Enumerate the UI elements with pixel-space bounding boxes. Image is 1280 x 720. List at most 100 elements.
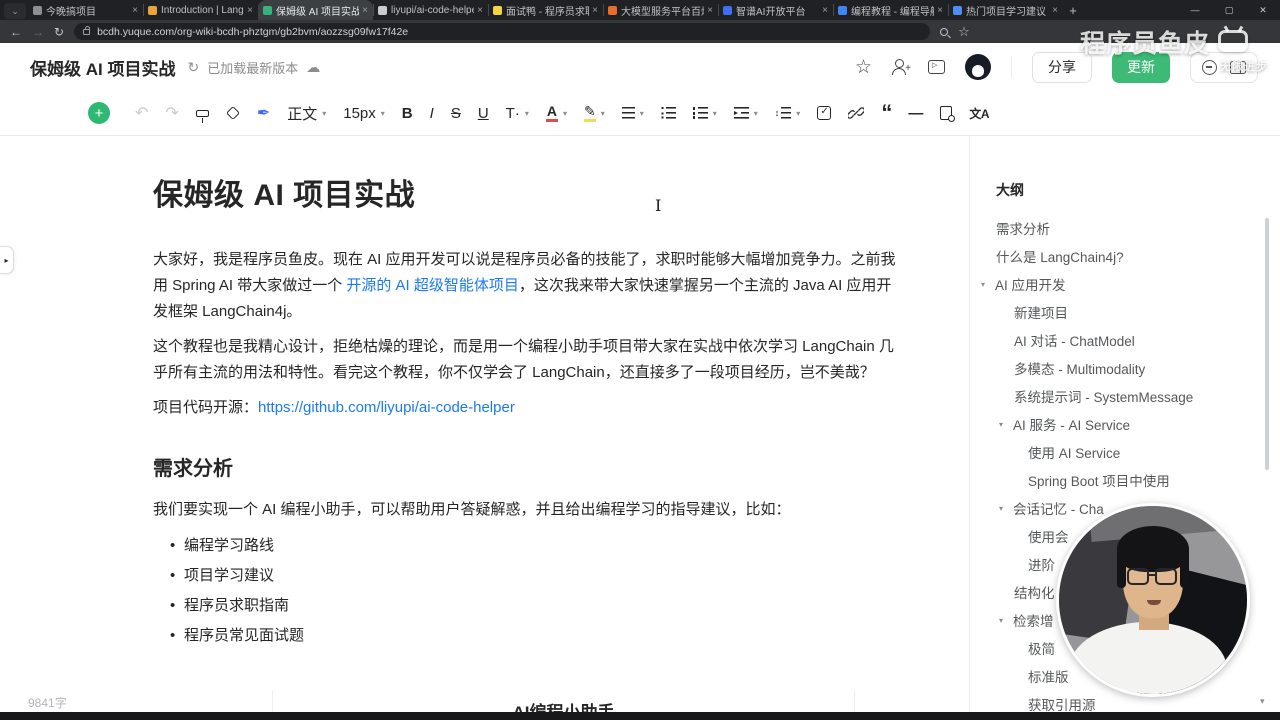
favorite-star-icon[interactable]: ☆ <box>855 56 872 79</box>
horizontal-rule-button[interactable]: — <box>908 105 923 122</box>
version-history-icon[interactable]: ↻ <box>187 59 199 76</box>
redo-icon[interactable]: ↷ <box>165 103 178 123</box>
close-icon[interactable]: × <box>822 5 828 16</box>
forward-icon[interactable]: → <box>32 26 44 38</box>
outline-item[interactable]: 使用 AI Service <box>970 438 1280 466</box>
tab-search-button[interactable]: ⌄ <box>4 3 26 19</box>
update-button[interactable]: 更新 <box>1112 51 1170 83</box>
comments-icon[interactable] <box>1202 59 1217 75</box>
outline-label: AI 应用开发 <box>995 278 1066 293</box>
format-painter-icon[interactable] <box>195 109 209 123</box>
outline-item[interactable]: 系统提示词 - SystemMessage <box>970 382 1280 410</box>
collapse-caret-icon[interactable]: ▾ <box>999 504 1013 513</box>
bookmark-star-icon[interactable]: ☆ <box>958 24 970 40</box>
presentation-icon[interactable] <box>928 60 945 74</box>
undo-icon[interactable]: ↶ <box>135 103 148 123</box>
italic-button[interactable]: I <box>430 105 434 122</box>
collapse-caret-icon[interactable]: ▾ <box>981 280 995 289</box>
clear-format-icon[interactable] <box>225 105 240 121</box>
repo-link[interactable]: https://github.com/liyupi/ai-code-helper <box>258 399 515 416</box>
minimize-button[interactable]: — <box>1178 0 1212 20</box>
browser-tab-8[interactable]: 编程教程 - 编程导航 - 优质教程 × <box>833 0 948 20</box>
line-height-dropdown[interactable]: ↕ ▾ <box>775 107 800 119</box>
ai-assistant-icon[interactable]: ✒ <box>257 103 270 123</box>
editor-toolbar: + ↶ ↷ ✒ 正文 ▾ 15px ▾ B I S U T· ▾ A ▾ ✎ ▾ ▾ ▾ … <box>0 91 1280 136</box>
address-bar[interactable]: bcdh.yuque.com/org-wiki-bcdh-phztgm/gb2b… <box>74 23 931 40</box>
outline-item[interactable]: ▾ AI 应用开发 <box>970 270 1280 298</box>
close-icon[interactable]: × <box>132 5 138 16</box>
browser-tab-6[interactable]: 大模型服务平台百炼控制台 × <box>603 0 718 20</box>
new-tab-button[interactable]: + <box>1063 0 1083 20</box>
more-text-format-dropdown[interactable]: T· ▾ <box>506 105 529 122</box>
site-info-icon[interactable] <box>83 25 91 35</box>
quote-button[interactable]: “ <box>881 102 892 124</box>
browser-tab-7[interactable]: 智谱AI开放平台 × <box>718 0 833 20</box>
outline-item[interactable]: AI 对话 - ChatModel <box>970 326 1280 354</box>
outline-item[interactable]: 什么是 LangChain4j? <box>970 242 1280 270</box>
browser-tab-2[interactable]: Introduction | LangChain4j × <box>143 0 258 20</box>
scrollbar[interactable] <box>1265 218 1269 470</box>
insert-button[interactable]: + <box>88 102 110 124</box>
collapse-caret-icon[interactable]: ▾ <box>999 616 1013 625</box>
back-icon[interactable]: ← <box>10 26 22 38</box>
outline-item[interactable]: ▾ AI 服务 - AI Service <box>970 410 1280 438</box>
find-replace-icon[interactable] <box>940 106 955 122</box>
tab-favicon <box>263 5 272 15</box>
close-icon[interactable]: × <box>247 5 253 16</box>
checkbox-glyph <box>817 106 832 120</box>
ordered-list-dropdown[interactable]: ▾ <box>692 107 717 119</box>
highlighter-glyph: ✎ <box>584 104 596 122</box>
outline-item[interactable]: 新建项目 <box>970 298 1280 326</box>
close-icon[interactable]: × <box>937 5 943 16</box>
search-icon[interactable] <box>940 27 949 36</box>
outline-label: 多模态 - Multimodality <box>1014 362 1146 377</box>
chevron-down-icon: ▾ <box>600 108 605 118</box>
outline-item[interactable]: 多模态 - Multimodality <box>970 354 1280 382</box>
link-button[interactable] <box>848 105 865 121</box>
browser-tab-4[interactable]: liyupi/ai-code-helper: 2025 × <box>373 0 488 20</box>
translate-icon[interactable]: 文A <box>969 105 989 122</box>
maximize-button[interactable]: ▢ <box>1212 0 1246 20</box>
align-dropdown[interactable]: ▾ <box>621 107 644 119</box>
outline-label: 系统提示词 - SystemMessage <box>1014 390 1194 405</box>
font-size-dropdown[interactable]: 15px ▾ <box>343 105 385 122</box>
close-icon[interactable]: × <box>707 5 713 16</box>
list-item: 项目学习建议 <box>153 561 901 591</box>
outline-item[interactable]: 需求分析 <box>970 214 1280 242</box>
close-icon[interactable]: × <box>362 5 368 16</box>
task-list-button[interactable] <box>817 106 832 120</box>
browser-tab-active[interactable]: 保姆级 AI 项目实战 × <box>258 0 373 20</box>
tab-favicon <box>608 5 617 15</box>
add-collaborator-icon[interactable]: + <box>892 59 911 75</box>
strikethrough-button[interactable]: S <box>451 105 461 122</box>
bold-button[interactable]: B <box>402 105 413 122</box>
more-text-glyph: T· <box>505 104 520 122</box>
sidebar-layout-icon[interactable] <box>1230 60 1246 74</box>
view-options-pill <box>1190 51 1258 83</box>
outline-item[interactable]: Spring Boot 项目中使用 <box>970 466 1280 494</box>
font-color-dropdown[interactable]: A ▾ <box>545 104 567 122</box>
browser-tab-9[interactable]: 热门项目学习建议（必读） × <box>948 0 1063 20</box>
editor-canvas[interactable]: 保姆级 AI 项目实战 I 大家好，我是程序员鱼皮。现在 AI 应用开发可以说是… <box>153 136 901 651</box>
browser-tab-5[interactable]: 面试鸭 - 程序员求职面试刷题神器 × <box>488 0 603 20</box>
share-button[interactable]: 分享 <box>1032 51 1092 83</box>
paragraph-style-dropdown[interactable]: 正文 ▾ <box>287 103 326 124</box>
inline-link[interactable]: 开源的 AI 超级智能体项目 <box>346 277 519 294</box>
tab-label: 保姆级 AI 项目实战 <box>276 6 360 18</box>
scroll-down-icon[interactable]: ▾ <box>1260 696 1265 707</box>
close-window-button[interactable]: ✕ <box>1246 0 1280 20</box>
underline-button[interactable]: U <box>478 105 489 122</box>
indent-dropdown[interactable]: ▾ <box>733 107 758 119</box>
close-icon[interactable]: × <box>592 5 598 16</box>
close-icon[interactable]: × <box>477 5 483 16</box>
highlight-color-dropdown[interactable]: ✎ ▾ <box>584 104 605 122</box>
catalog-expand-handle[interactable]: ▸ <box>0 246 14 274</box>
outline-label: 什么是 LangChain4j? <box>996 250 1124 265</box>
bullet-list-button[interactable] <box>660 107 676 119</box>
reload-icon[interactable]: ↻ <box>54 26 64 38</box>
close-icon[interactable]: × <box>1052 5 1058 16</box>
browser-tab-1[interactable]: 今晚搞项目 × <box>28 0 143 20</box>
collapse-caret-icon[interactable]: ▾ <box>999 420 1013 429</box>
chevron-down-icon: ⌄ <box>11 5 19 16</box>
avatar[interactable] <box>965 54 991 80</box>
